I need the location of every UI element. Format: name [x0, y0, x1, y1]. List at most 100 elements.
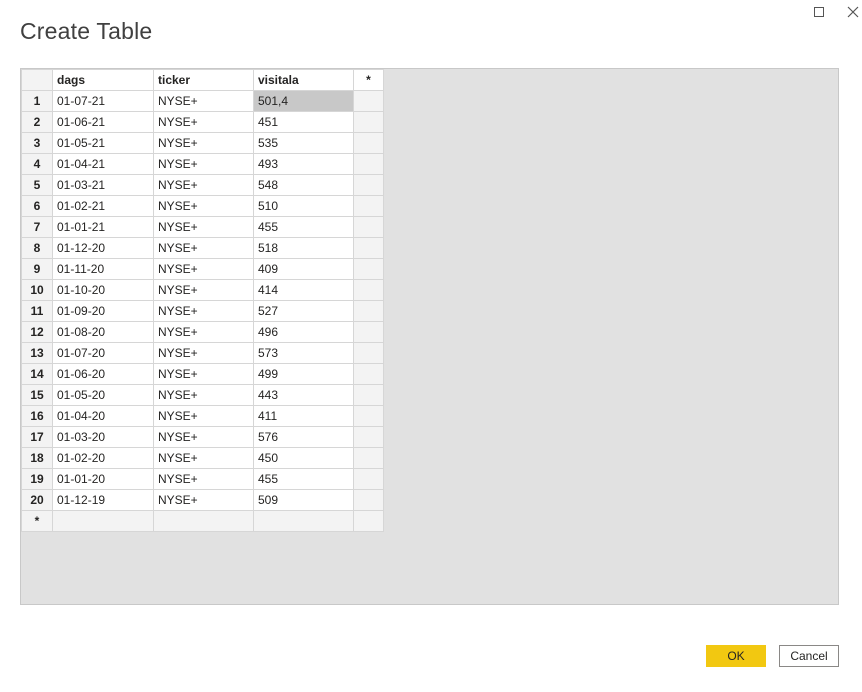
cancel-button[interactable]: Cancel	[779, 645, 839, 667]
cell-ticker[interactable]: NYSE+	[153, 153, 254, 175]
row-number[interactable]: 10	[21, 279, 53, 301]
cell-new-column[interactable]	[353, 132, 384, 154]
column-header-dags[interactable]: dags	[52, 69, 154, 91]
cell-dags[interactable]: 01-01-20	[52, 468, 154, 490]
row-number[interactable]: 4	[21, 153, 53, 175]
add-row-marker[interactable]: *	[21, 510, 53, 532]
row-number[interactable]: 2	[21, 111, 53, 133]
add-row-cell[interactable]	[153, 510, 254, 532]
cell-dags[interactable]: 01-04-21	[52, 153, 154, 175]
cell-visitala[interactable]: 573	[253, 342, 354, 364]
cell-new-column[interactable]	[353, 363, 384, 385]
cell-new-column[interactable]	[353, 426, 384, 448]
cell-new-column[interactable]	[353, 447, 384, 469]
cell-new-column[interactable]	[353, 384, 384, 406]
cell-visitala[interactable]: 518	[253, 237, 354, 259]
cell-ticker[interactable]: NYSE+	[153, 258, 254, 280]
row-number[interactable]: 13	[21, 342, 53, 364]
cell-new-column[interactable]	[353, 111, 384, 133]
cell-dags[interactable]: 01-04-20	[52, 405, 154, 427]
row-number[interactable]: 6	[21, 195, 53, 217]
cell-new-column[interactable]	[353, 195, 384, 217]
column-header-ticker[interactable]: ticker	[153, 69, 254, 91]
cell-visitala[interactable]: 411	[253, 405, 354, 427]
cell-visitala[interactable]: 527	[253, 300, 354, 322]
cell-dags[interactable]: 01-11-20	[52, 258, 154, 280]
cell-ticker[interactable]: NYSE+	[153, 405, 254, 427]
cell-new-column[interactable]	[353, 300, 384, 322]
cell-dags[interactable]: 01-12-19	[52, 489, 154, 511]
close-icon[interactable]	[844, 3, 862, 21]
cell-visitala[interactable]: 576	[253, 426, 354, 448]
cell-visitala[interactable]: 499	[253, 363, 354, 385]
cell-ticker[interactable]: NYSE+	[153, 321, 254, 343]
cell-dags[interactable]: 01-03-21	[52, 174, 154, 196]
cell-ticker[interactable]: NYSE+	[153, 279, 254, 301]
row-number[interactable]: 19	[21, 468, 53, 490]
cell-dags[interactable]: 01-06-20	[52, 363, 154, 385]
cell-new-column[interactable]	[353, 90, 384, 112]
cell-new-column[interactable]	[353, 237, 384, 259]
cell-visitala[interactable]: 548	[253, 174, 354, 196]
cell-ticker[interactable]: NYSE+	[153, 489, 254, 511]
cell-new-column[interactable]	[353, 153, 384, 175]
add-column-header[interactable]: *	[353, 69, 384, 91]
row-number[interactable]: 11	[21, 300, 53, 322]
cell-dags[interactable]: 01-10-20	[52, 279, 154, 301]
cell-dags[interactable]: 01-01-21	[52, 216, 154, 238]
add-row-cell[interactable]	[353, 510, 384, 532]
cell-new-column[interactable]	[353, 468, 384, 490]
row-number[interactable]: 20	[21, 489, 53, 511]
row-number[interactable]: 9	[21, 258, 53, 280]
cell-visitala[interactable]: 493	[253, 153, 354, 175]
cell-ticker[interactable]: NYSE+	[153, 195, 254, 217]
cell-visitala[interactable]: 535	[253, 132, 354, 154]
cell-ticker[interactable]: NYSE+	[153, 174, 254, 196]
row-number[interactable]: 1	[21, 90, 53, 112]
ok-button[interactable]: OK	[706, 645, 766, 667]
cell-new-column[interactable]	[353, 174, 384, 196]
row-number[interactable]: 3	[21, 132, 53, 154]
row-number[interactable]: 12	[21, 321, 53, 343]
cell-new-column[interactable]	[353, 405, 384, 427]
cell-ticker[interactable]: NYSE+	[153, 426, 254, 448]
cell-new-column[interactable]	[353, 279, 384, 301]
cell-visitala[interactable]: 409	[253, 258, 354, 280]
add-row-cell[interactable]	[52, 510, 154, 532]
cell-dags[interactable]: 01-07-21	[52, 90, 154, 112]
cell-ticker[interactable]: NYSE+	[153, 90, 254, 112]
cell-ticker[interactable]: NYSE+	[153, 216, 254, 238]
cell-new-column[interactable]	[353, 489, 384, 511]
cell-ticker[interactable]: NYSE+	[153, 237, 254, 259]
cell-visitala[interactable]: 450	[253, 447, 354, 469]
add-row-cell[interactable]	[253, 510, 354, 532]
cell-new-column[interactable]	[353, 321, 384, 343]
cell-visitala[interactable]: 455	[253, 468, 354, 490]
cell-ticker[interactable]: NYSE+	[153, 342, 254, 364]
cell-ticker[interactable]: NYSE+	[153, 132, 254, 154]
cell-dags[interactable]: 01-02-21	[52, 195, 154, 217]
cell-dags[interactable]: 01-05-21	[52, 132, 154, 154]
cell-visitala[interactable]: 455	[253, 216, 354, 238]
add-row[interactable]: *	[21, 510, 384, 532]
cell-ticker[interactable]: NYSE+	[153, 300, 254, 322]
cell-new-column[interactable]	[353, 258, 384, 280]
row-number[interactable]: 7	[21, 216, 53, 238]
cell-dags[interactable]: 01-08-20	[52, 321, 154, 343]
cell-new-column[interactable]	[353, 216, 384, 238]
cell-dags[interactable]: 01-02-20	[52, 447, 154, 469]
cell-dags[interactable]: 01-03-20	[52, 426, 154, 448]
cell-ticker[interactable]: NYSE+	[153, 363, 254, 385]
column-header-visitala[interactable]: visitala	[253, 69, 354, 91]
cell-dags[interactable]: 01-07-20	[52, 342, 154, 364]
cell-visitala[interactable]: 501,4	[253, 90, 354, 112]
cell-dags[interactable]: 01-09-20	[52, 300, 154, 322]
row-number[interactable]: 18	[21, 447, 53, 469]
corner-cell[interactable]	[21, 69, 53, 91]
cell-visitala[interactable]: 451	[253, 111, 354, 133]
cell-dags[interactable]: 01-05-20	[52, 384, 154, 406]
maximize-icon[interactable]	[810, 3, 828, 21]
cell-ticker[interactable]: NYSE+	[153, 111, 254, 133]
cell-ticker[interactable]: NYSE+	[153, 447, 254, 469]
row-number[interactable]: 16	[21, 405, 53, 427]
